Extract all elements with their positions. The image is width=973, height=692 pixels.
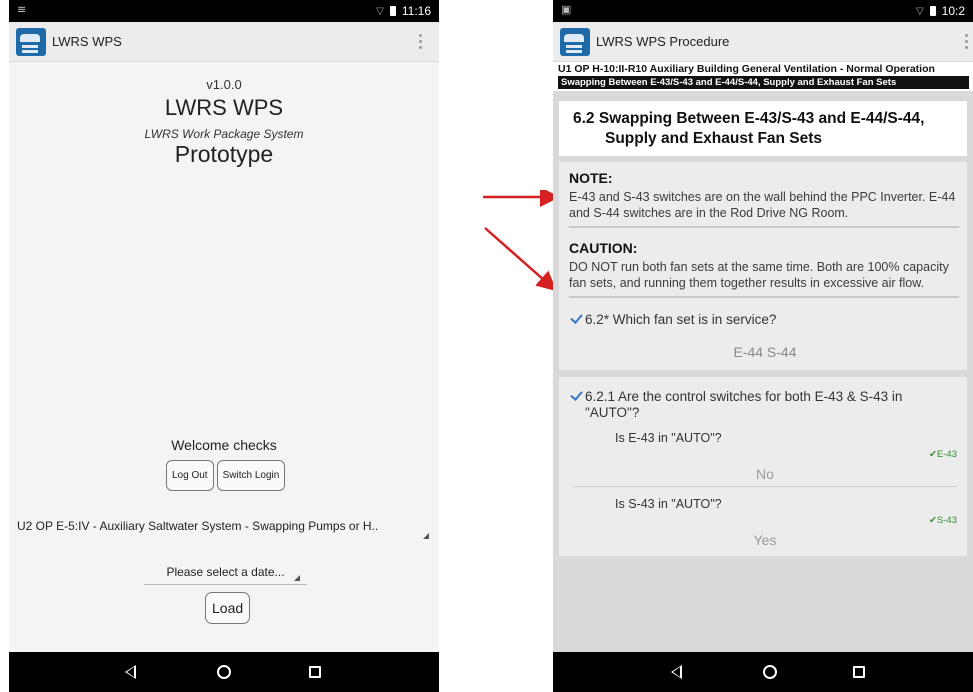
app-title: LWRS WPS [52,34,122,49]
clock: 10:2 [941,4,965,18]
home-icon[interactable] [217,665,231,679]
product-subtitle: LWRS Work Package System [144,127,304,141]
right-phone-screen: ▣ ▽ 10:2 LWRS WPS Procedure U1 OP H-10:I… [553,0,973,692]
step-6-2[interactable]: 6.2* Which fan set is in service? E-44 S… [559,298,967,370]
note-caution-box: NOTE: E-43 and S-43 switches are on the … [559,162,967,370]
welcome-heading: Welcome checks [171,437,277,453]
caution-heading: CAUTION: [569,240,638,256]
step-question: 6.2* Which fan set is in service? [585,312,777,327]
overflow-menu-icon[interactable] [965,34,969,52]
overflow-menu-icon[interactable] [419,34,423,52]
divider [573,486,957,487]
sub-question-s43: Is S-43 in "AUTO"? [615,497,722,511]
sub-tag-e43: ✔E-43 [928,449,957,460]
navigation-bar [9,652,439,692]
step-6-2-1: 6.2.1 Are the control switches for both … [559,377,967,556]
step-question: 6.2.1 Are the control switches for both … [585,389,903,420]
battery-icon [389,6,396,16]
note-heading: NOTE: [569,170,613,186]
sub-tag-s43: ✔S-43 [928,515,957,526]
app-logo-icon [560,27,590,56]
app-title: LWRS WPS Procedure [596,34,730,49]
procedure-select[interactable]: U2 OP E-5:IV - Auxiliary Saltwater Syste… [17,519,435,533]
log-out-button[interactable]: Log Out [166,460,214,491]
prototype-label: Prototype [174,141,274,167]
procedure-header: U1 OP H-10:II-R10 Auxiliary Building Gen… [553,62,973,91]
signal-icon: ▽ [915,5,924,17]
navigation-bar [553,652,973,692]
section-title: 6.2 Swapping Between E-43/S-43 and E-44/… [559,101,967,156]
clock: 11:16 [401,4,431,18]
home-icon[interactable] [763,665,777,679]
checkmark-icon [570,388,583,401]
note-text: E-43 and S-43 switches are on the wall b… [569,189,959,228]
green-check-icon: ✔ [928,449,937,460]
login-button-row: Log Out Switch Login [166,460,286,491]
procedure-dropdown-icon[interactable] [423,533,429,539]
battery-icon [929,6,936,16]
wifi-icon: ≊ [17,4,27,16]
status-bar: ▣ ▽ 10:2 [553,0,973,22]
back-icon[interactable] [125,665,136,679]
sub-answer-e43[interactable]: No [573,466,957,482]
status-bar: ≊ ▽ 11:16 [9,0,439,22]
procedure-select-value: U2 OP E-5:IV - Auxiliary Saltwater Syste… [17,519,379,533]
procedure-subtitle: Swapping Between E-43/S-43 and E-44/S-44… [558,76,969,89]
date-select-value: Please select a date... [166,565,285,579]
checkmark-icon [570,311,583,324]
green-check-icon: ✔ [928,515,937,526]
step-answer[interactable]: E-44 S-44 [573,344,957,360]
back-icon[interactable] [671,665,682,679]
app-bar: LWRS WPS Procedure [553,22,973,62]
date-dropdown-icon [294,575,300,581]
sub-answer-s43[interactable]: Yes [573,532,957,548]
product-name: LWRS WPS [164,95,284,120]
load-button[interactable]: Load [205,592,251,624]
caution-text: DO NOT run both fan sets at the same tim… [569,259,959,298]
annotation-arrows [483,190,560,292]
signal-icon: ▽ [376,5,384,17]
version-label: v1.0.0 [206,77,242,92]
app-bar: LWRS WPS [9,22,439,62]
procedure-title: U1 OP H-10:II-R10 Auxiliary Building Gen… [558,63,935,75]
sub-question-e43: Is E-43 in "AUTO"? [615,431,722,445]
recent-apps-icon[interactable] [853,666,865,678]
date-select[interactable]: Please select a date... [144,565,307,585]
caution-arrow [484,227,557,292]
left-phone-screen: ≊ ▽ 11:16 LWRS WPS v1.0.0 LWRS WPS LWRS … [9,0,439,692]
app-logo-icon [16,27,46,56]
section-title-line1: 6.2 Swapping Between E-43/S-43 and E-44/… [573,110,925,127]
recent-apps-icon[interactable] [309,666,321,678]
notification-icon: ▣ [561,4,572,16]
section-title-line2: Supply and Exhaust Fan Sets [605,130,823,147]
switch-login-button[interactable]: Switch Login [216,460,286,491]
